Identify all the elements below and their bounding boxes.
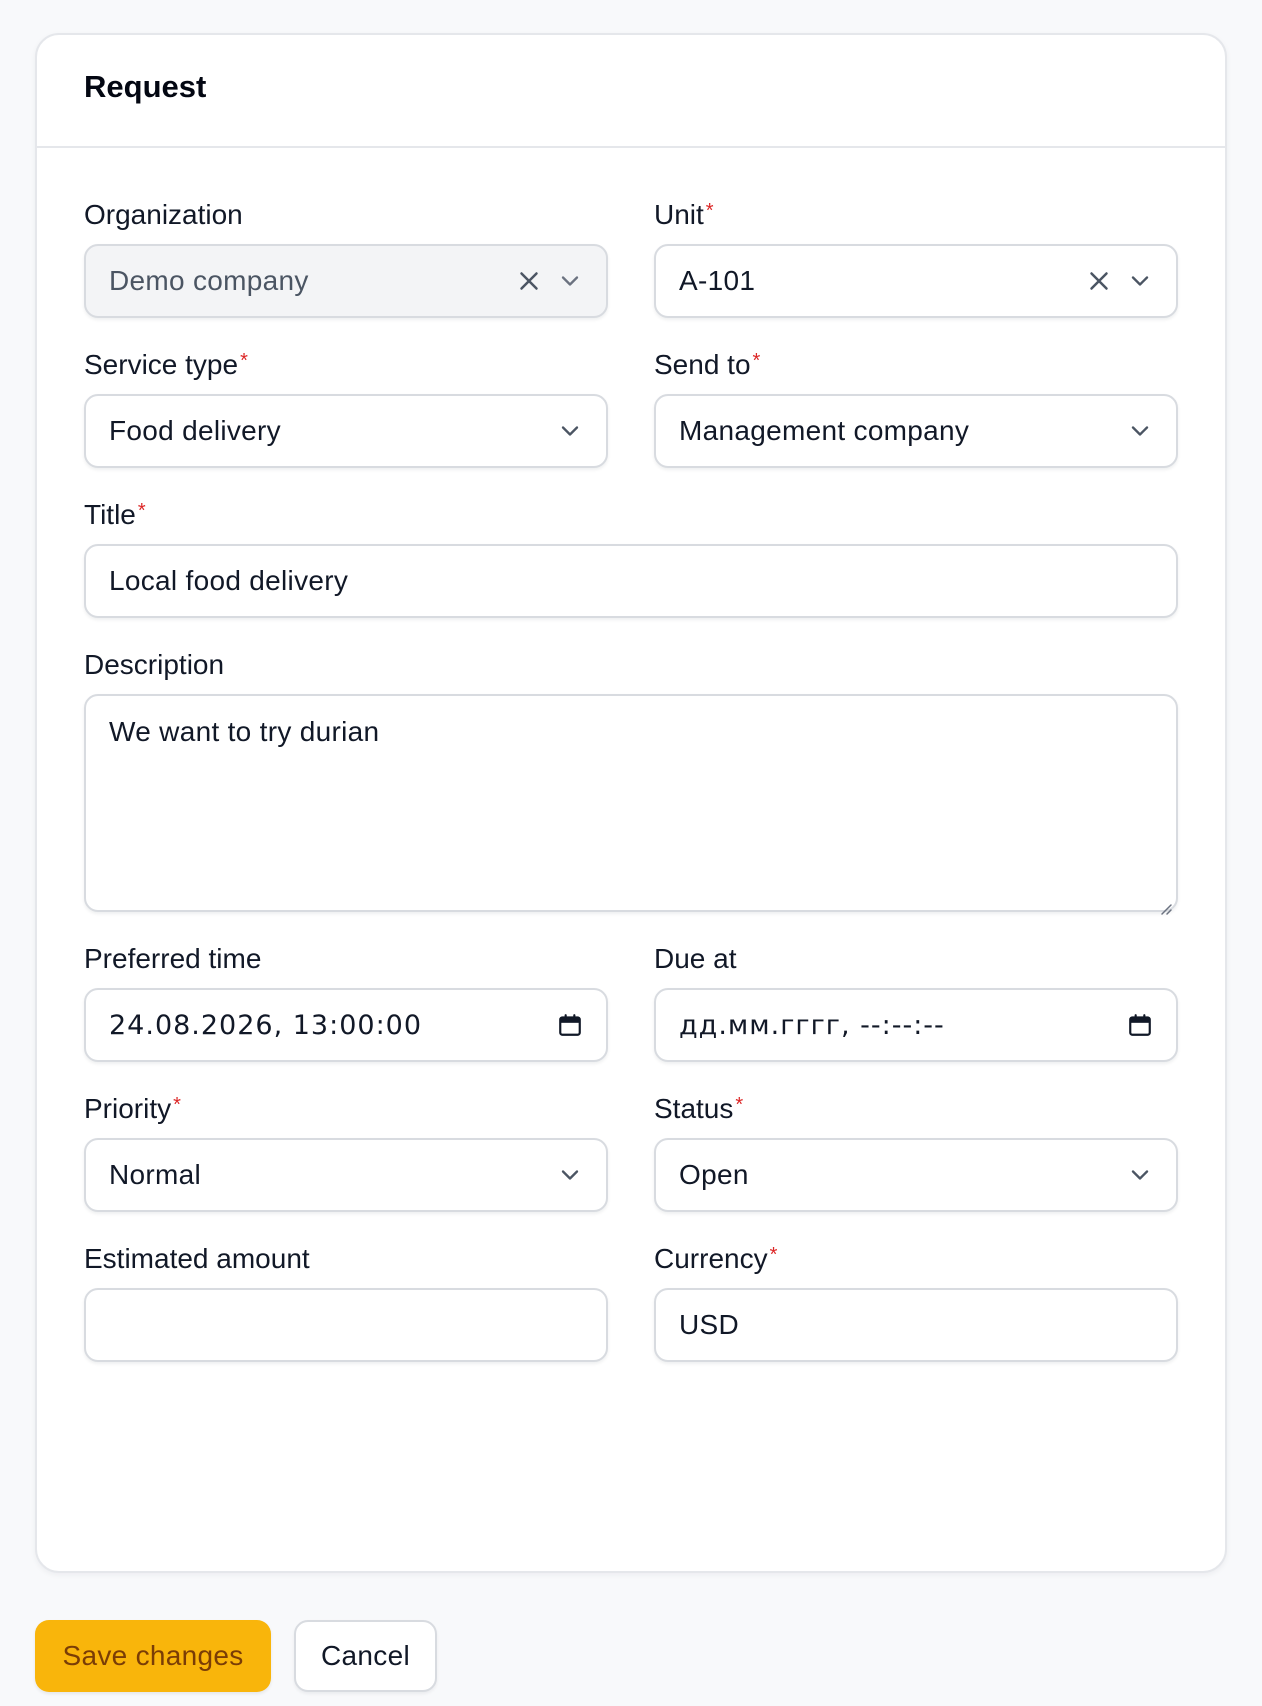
chevron-down-icon: [1126, 417, 1154, 445]
required-marker: *: [769, 1244, 778, 1266]
calendar-icon[interactable]: [1126, 1011, 1154, 1039]
required-marker: *: [173, 1094, 181, 1116]
required-marker: *: [752, 350, 761, 372]
description-field: Description We want to try durian: [84, 648, 1178, 915]
form-row-org-unit: Organization Demo company Unit * A-101: [84, 198, 1178, 318]
service-type-field: Service type * Food delivery: [84, 348, 608, 468]
due-at-field: Due at дд.мм.гггг, --:--:--: [654, 942, 1178, 1062]
required-marker: *: [137, 500, 146, 522]
status-label: Status *: [654, 1093, 744, 1124]
chevron-down-icon[interactable]: [556, 267, 584, 295]
organization-value: Demo company: [109, 265, 309, 296]
title-label: Title *: [84, 499, 146, 530]
priority-field: Priority * Normal: [84, 1092, 608, 1212]
organization-label: Organization: [84, 199, 243, 230]
status-select[interactable]: Open: [654, 1138, 1178, 1212]
form-row-priority-status: Priority * Normal Status * Open: [84, 1092, 1178, 1212]
unit-value: A-101: [679, 265, 756, 296]
form-row-description: Description We want to try durian: [84, 648, 1178, 915]
cancel-button[interactable]: Cancel: [294, 1620, 437, 1692]
save-changes-button[interactable]: Save changes: [35, 1620, 271, 1692]
currency-input[interactable]: USD: [654, 1288, 1178, 1362]
form-row-dates: Preferred time 24.08.2026, 13:00:00 Due …: [84, 942, 1178, 1062]
currency-label: Currency *: [654, 1243, 778, 1274]
resize-handle-icon[interactable]: [1157, 891, 1173, 915]
request-card: Request Organization Demo company Unit*: [35, 33, 1227, 1573]
page-title: Request: [84, 68, 207, 104]
due-at-label: Due at: [654, 943, 737, 974]
form-actions: Save changes Cancel: [35, 1620, 437, 1692]
required-marker: *: [705, 200, 714, 222]
description-textarea[interactable]: We want to try durian: [84, 694, 1178, 915]
estimated-amount-input[interactable]: [84, 1288, 608, 1362]
service-type-value: Food delivery: [109, 415, 281, 446]
organization-select[interactable]: Demo company: [84, 244, 608, 318]
preferred-time-label: Preferred time: [84, 943, 262, 974]
status-value: Open: [679, 1159, 749, 1190]
unit-field: Unit * A-101: [654, 198, 1178, 318]
currency-value: USD: [679, 1309, 740, 1340]
send-to-label: Send to *: [654, 349, 761, 380]
form-row-title: Title * Local food delivery: [84, 498, 1178, 618]
chevron-down-icon: [556, 417, 584, 445]
title-value: Local food delivery: [109, 565, 349, 596]
priority-label: Priority *: [84, 1093, 181, 1124]
unit-label: Unit *: [654, 199, 714, 230]
preferred-time-input[interactable]: 24.08.2026, 13:00:00: [84, 988, 608, 1062]
form-row-amount-currency: Estimated amount Currency * USD: [84, 1242, 1178, 1362]
chevron-down-icon: [1126, 1161, 1154, 1189]
organization-field: Organization Demo company: [84, 198, 608, 318]
calendar-icon[interactable]: [556, 1011, 584, 1039]
estimated-amount-field: Estimated amount: [84, 1242, 608, 1362]
chevron-down-icon: [556, 1161, 584, 1189]
chevron-down-icon[interactable]: [1126, 267, 1154, 295]
request-form: Organization Demo company Unit * A-101 S…: [37, 148, 1225, 1362]
close-icon[interactable]: [514, 266, 544, 296]
unit-select[interactable]: A-101: [654, 244, 1178, 318]
estimated-amount-label: Estimated amount: [84, 1243, 310, 1274]
required-marker: *: [240, 350, 248, 372]
send-to-value: Management company: [679, 415, 970, 446]
service-type-select[interactable]: Food delivery: [84, 394, 608, 468]
send-to-field: Send to * Management company: [654, 348, 1178, 468]
title-input[interactable]: Local food delivery: [84, 544, 1178, 618]
send-to-select[interactable]: Management company: [654, 394, 1178, 468]
service-type-label: Service type *: [84, 349, 248, 380]
due-at-value: дд.мм.гггг, --:--:--: [679, 1009, 945, 1041]
description-label: Description: [84, 649, 225, 680]
preferred-time-field: Preferred time 24.08.2026, 13:00:00: [84, 942, 608, 1062]
preferred-time-value: 24.08.2026, 13:00:00: [109, 1009, 423, 1041]
currency-field: Currency * USD: [654, 1242, 1178, 1362]
priority-value: Normal: [109, 1159, 202, 1190]
priority-select[interactable]: Normal: [84, 1138, 608, 1212]
form-row-service-sendto: Service type * Food delivery Send to * Man…: [84, 348, 1178, 468]
status-field: Status * Open: [654, 1092, 1178, 1212]
close-icon[interactable]: [1084, 266, 1114, 296]
card-header: Request: [37, 35, 1225, 148]
due-at-input[interactable]: дд.мм.гггг, --:--:--: [654, 988, 1178, 1062]
title-field: Title * Local food delivery: [84, 498, 1178, 618]
required-marker: *: [735, 1094, 744, 1116]
description-value: We want to try durian: [109, 716, 380, 747]
